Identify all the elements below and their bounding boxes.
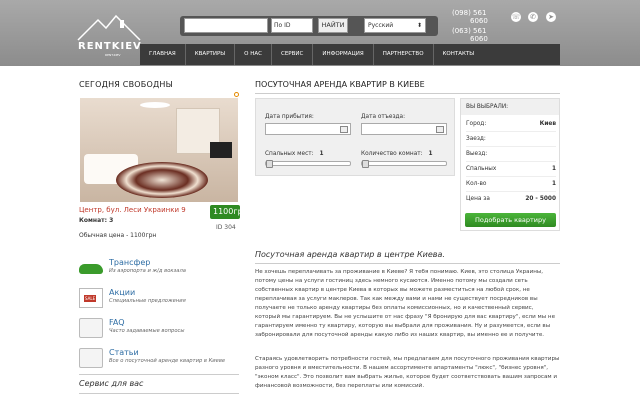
divider <box>79 393 239 394</box>
divider <box>79 374 239 375</box>
language-value: Русский <box>368 22 394 29</box>
sidebar-link-transfer[interactable]: Трансфер Из аэропорта и ж/д вокзала <box>79 258 249 280</box>
tv <box>210 142 232 158</box>
summary-value: 1 <box>551 166 556 172</box>
booking-form: Дата прибытия: Дата отъезда: Спальных ме… <box>255 98 455 176</box>
service-title: Сервис для вас <box>79 379 144 388</box>
summary-title: Вы выбрали: <box>461 99 559 115</box>
logo-subtext: RENT.KIEV <box>105 53 121 57</box>
beds-slider[interactable] <box>265 160 351 168</box>
article-paragraph: Стараясь удовлетворить потребности госте… <box>255 356 560 389</box>
apartment-id: ID 304 <box>216 224 236 231</box>
rooms-value: 1 <box>428 151 433 157</box>
search-type-select[interactable]: По ID <box>271 18 313 33</box>
summary-row: Кол-во 1 <box>466 177 556 192</box>
departure-date-input[interactable] <box>361 123 447 135</box>
articles-icon <box>79 348 103 368</box>
sidebar-link-articles[interactable]: Статьи Все о посуточной аренде квартир в… <box>79 348 249 370</box>
faq-icon <box>79 318 103 338</box>
nav-about[interactable]: О нас <box>234 44 271 65</box>
slider-handle[interactable] <box>266 160 273 168</box>
arrival-date-input[interactable] <box>265 123 351 135</box>
rug <box>116 162 208 198</box>
sale-icon: SALE <box>79 288 103 308</box>
apartment-photo[interactable] <box>80 98 238 202</box>
summary-key: Цена за <box>466 196 490 202</box>
apartment-rooms: Комнат: 3 <box>79 217 113 224</box>
rooms-label-text: Количество комнат: <box>361 151 423 157</box>
summary-value: 20 - 5000 <box>525 196 556 202</box>
summary-value: 1 <box>551 181 556 187</box>
refresh-icon[interactable] <box>234 92 239 97</box>
nav-contacts[interactable]: Контакты <box>432 44 484 65</box>
ceiling-lamp <box>140 102 170 108</box>
summary-row: Город: Киев <box>466 117 556 132</box>
article-paragraph: Не хочешь переплачивать за проживание в … <box>255 269 556 338</box>
apartment-address[interactable]: Центр, бул. Леси Украинки 9 <box>79 206 186 214</box>
summary-value: Киев <box>539 121 556 127</box>
article-title: Посуточная аренда квартир в центре Киева… <box>255 250 445 259</box>
sidebar-link-title[interactable]: Трансфер <box>109 258 150 267</box>
sidebar-link-faq[interactable]: FAQ Часто задаваемые вопросы <box>79 318 249 340</box>
rooms-label: Количество комнат: 1 <box>361 151 432 157</box>
summary-key: Кол-во <box>466 181 487 187</box>
slider-handle[interactable] <box>362 160 369 168</box>
phone-1-number: 6060 <box>470 17 488 25</box>
nav-partnership[interactable]: Партнерство <box>372 44 433 65</box>
price-badge: 1100гр <box>210 205 240 219</box>
nav-service[interactable]: Сервис <box>270 44 312 65</box>
phone-2-code: (063) 561 <box>452 27 487 35</box>
nav-home[interactable]: Главная <box>140 44 185 65</box>
calendar-icon[interactable] <box>340 126 348 133</box>
rooms-slider[interactable] <box>361 160 447 168</box>
selection-summary: Вы выбрали: Город: Киев Заезд: Выезд: Спа… <box>460 98 560 231</box>
sidebar-link-sales[interactable]: SALE Акции Специальные предложения <box>79 288 249 310</box>
sidebar-link-title[interactable]: FAQ <box>109 318 125 327</box>
search-button[interactable]: НАЙТИ <box>318 18 348 33</box>
summary-row: Спальных 1 <box>466 162 556 177</box>
summary-key: Спальных <box>466 166 497 172</box>
beds-label: Спальных мест: 1 <box>265 151 324 157</box>
telegram-icon[interactable]: ➤ <box>546 12 556 22</box>
sidebar-link-desc: Часто задаваемые вопросы <box>109 328 185 334</box>
car-icon <box>79 264 103 274</box>
arrival-label: Дата прибытия: <box>265 114 314 120</box>
normal-price: Обычная цена - 1100грн <box>79 232 157 239</box>
phone-2: (063) 561 6060 <box>452 27 488 43</box>
nav-apartments[interactable]: Квартиры <box>184 44 234 65</box>
sidebar-link-title[interactable]: Статьи <box>109 348 139 357</box>
phone-1: (098) 561 6060 <box>452 9 488 25</box>
divider <box>255 93 560 94</box>
nav-info[interactable]: Информация <box>312 44 372 65</box>
summary-key: Город: <box>466 121 487 127</box>
sidebar-link-desc: Специальные предложения <box>109 298 186 304</box>
summary-row: Цена за 20 - 5000 <box>466 192 556 207</box>
sidebar-link-desc: Из аэропорта и ж/д вокзала <box>109 268 186 274</box>
beds-value: 1 <box>319 151 324 157</box>
language-select[interactable]: Русский ⬍ <box>364 18 426 33</box>
summary-row: Заезд: <box>466 132 556 147</box>
divider <box>255 263 560 264</box>
whatsapp-icon[interactable]: ✆ <box>528 12 538 22</box>
free-today-title: Сегодня свободны <box>79 80 173 89</box>
page-title: Посуточная аренда квартир в Киеве <box>255 80 425 89</box>
sidebar-link-title[interactable]: Акции <box>109 288 135 297</box>
sidebar-link-desc: Все о посуточной аренде квартир в Киеве <box>109 358 226 364</box>
beds-label-text: Спальных мест: <box>265 151 314 157</box>
chevron-down-icon: ⬍ <box>416 22 422 29</box>
main-nav: Главная Квартиры О нас Сервис Информация… <box>140 44 560 65</box>
phone-1-code: (098) 561 <box>452 9 487 17</box>
viber-icon[interactable]: ☏ <box>511 12 521 22</box>
departure-label: Дата отъезда: <box>361 114 406 120</box>
summary-key: Заезд: <box>466 136 486 142</box>
calendar-icon[interactable] <box>436 126 444 133</box>
apartment-rooms-text: Комнат: 3 <box>79 217 114 224</box>
find-apartment-button[interactable]: Подобрать квартиру <box>465 213 556 227</box>
summary-key: Выезд: <box>466 151 488 157</box>
summary-row: Выезд: <box>466 147 556 162</box>
logo-text[interactable]: RENTKIEV <box>78 41 142 52</box>
search-input[interactable] <box>184 18 268 33</box>
phone-2-number: 6060 <box>470 35 488 43</box>
